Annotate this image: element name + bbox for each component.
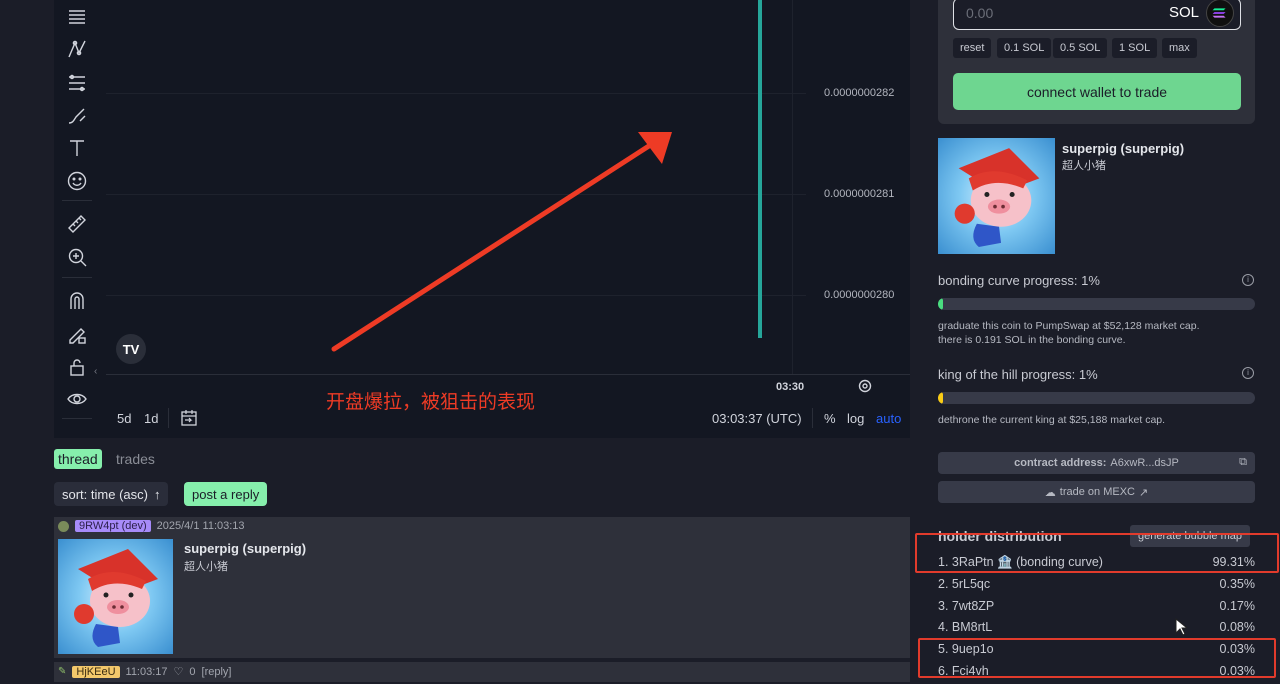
sort-button[interactable]: sort: time (asc) ↑ <box>54 482 169 506</box>
thread-post: 9RW4pt (dev) 2025/4/1 11:03:13 superpig … <box>54 517 910 658</box>
bonding-curve-progress <box>938 298 1255 310</box>
holder-row[interactable]: 3. 7wt8ZP 0.17% <box>938 599 1255 619</box>
external-link-icon: ↗ <box>1138 486 1149 499</box>
contract-value: A6xwR...dsJP <box>1110 457 1179 469</box>
reply-link[interactable]: [reply] <box>202 666 232 678</box>
ruler-icon[interactable] <box>64 211 90 237</box>
like-count: 0 <box>189 665 196 678</box>
post-time: 11:03:17 <box>125 665 168 678</box>
holder-name[interactable]: 3. 7wt8ZP <box>938 599 994 613</box>
trade-panel: 0.00 SOL reset 0.1 SOL 0.5 SOL 1 SOL max… <box>938 0 1255 124</box>
bonding-note-2: there is 0.191 SOL in the bonding curve. <box>938 334 1126 346</box>
leaf-icon: ✎ <box>58 666 67 677</box>
info-icon[interactable]: i <box>1242 274 1254 286</box>
user-badge[interactable]: 9RW4pt (dev) <box>75 520 151 532</box>
magnet-icon[interactable] <box>64 288 90 314</box>
bonding-curve-progress-fill <box>938 298 943 310</box>
highlight-box <box>915 533 1279 573</box>
connect-wallet-button[interactable]: connect wallet to trade <box>953 73 1241 110</box>
amount-placeholder: 0.00 <box>966 5 994 21</box>
coin-image <box>58 539 173 654</box>
brush-icon[interactable] <box>64 103 90 129</box>
log-toggle[interactable]: log <box>847 411 864 426</box>
tab-thread[interactable]: thread <box>54 449 102 469</box>
price-label: 0.0000000282 <box>824 87 895 99</box>
fib-icon[interactable] <box>64 70 90 96</box>
eye-icon[interactable] <box>64 386 90 412</box>
holder-pct: 0.35% <box>1219 577 1255 591</box>
quick-0.1-sol-button[interactable]: 0.1 SOL <box>997 38 1052 58</box>
holder-name[interactable]: 2. 5rL5qc <box>938 577 990 591</box>
cloud-icon: ☁ <box>1044 486 1056 499</box>
contract-label: contract address: <box>1014 457 1107 469</box>
utc-clock[interactable]: 03:03:37 (UTC) <box>712 411 802 426</box>
arrow-annotation <box>331 132 672 352</box>
goto-date-icon[interactable] <box>180 409 198 427</box>
holder-name[interactable]: 4. BM8rtL <box>938 620 992 634</box>
price-label: 0.0000000280 <box>824 289 895 301</box>
copy-icon[interactable]: ⧉ <box>1239 456 1247 469</box>
thread-post: ✎ HjKEeU 11:03:17 ♡ 0 [reply] <box>54 662 910 682</box>
text-icon[interactable] <box>64 135 90 161</box>
tradingview-logo[interactable]: TV <box>116 334 146 364</box>
amount-unit: SOL <box>1169 4 1200 21</box>
coin-subtitle: 超人小猪 <box>1062 159 1106 172</box>
trend-line-icon[interactable] <box>64 36 90 62</box>
chart-settings-icon[interactable] <box>857 378 873 394</box>
heart-icon[interactable]: ♡ <box>174 665 184 678</box>
percent-toggle[interactable]: % <box>824 411 836 426</box>
collapse-toolbar-icon[interactable]: ‹ <box>94 366 97 377</box>
holder-row[interactable]: 2. 5rL5qc 0.35% <box>938 577 1255 597</box>
price-label: 0.0000000281 <box>824 188 895 200</box>
avatar[interactable] <box>58 520 69 532</box>
king-of-hill-progress-fill <box>938 392 943 404</box>
amount-input[interactable]: 0.00 SOL <box>953 0 1241 30</box>
coin-name: superpig (superpig) <box>1062 141 1185 156</box>
range-5d[interactable]: 5d <box>117 411 131 426</box>
post-subtitle: 超人小猪 <box>184 560 228 573</box>
auto-toggle[interactable]: auto <box>876 411 901 426</box>
holder-pct: 0.17% <box>1219 599 1255 613</box>
quick-reset-button[interactable]: reset <box>953 38 992 58</box>
range-1d[interactable]: 1d <box>144 411 158 426</box>
post-title: superpig (superpig) <box>184 541 307 556</box>
price-chart[interactable]: 0.0000000282 0.0000000281 0.0000000280 T… <box>100 0 910 438</box>
contract-address-button[interactable]: contract address: A6xwR...dsJP ⧉ <box>938 452 1255 474</box>
candle <box>758 0 762 338</box>
quick-0.5-sol-button[interactable]: 0.5 SOL <box>1053 38 1108 58</box>
bonding-note-1: graduate this coin to PumpSwap at $52,12… <box>938 320 1200 332</box>
holder-row[interactable]: 4. BM8rtL 0.08% <box>938 620 1255 640</box>
holder-pct: 0.08% <box>1219 620 1255 634</box>
emoji-icon[interactable] <box>64 168 90 194</box>
coin-image <box>938 138 1055 254</box>
drawing-toolbar: ‹ <box>54 0 100 438</box>
trade-on-mexc-button[interactable]: ☁ trade on MEXC ↗ <box>938 481 1255 503</box>
time-axis-label: 03:30 <box>776 381 805 393</box>
unlock-icon[interactable] <box>64 354 90 380</box>
menu-lines-icon[interactable] <box>64 4 90 30</box>
king-note: dethrone the current king at $25,188 mar… <box>938 414 1166 426</box>
arrow-up-icon: ↑ <box>153 486 161 502</box>
mouse-cursor-icon <box>1175 618 1187 636</box>
user-badge[interactable]: HjKEeU <box>72 665 120 678</box>
highlight-box <box>918 638 1276 678</box>
mexc-label: trade on MEXC <box>1059 486 1135 498</box>
quick-1-sol-button[interactable]: 1 SOL <box>1112 38 1158 58</box>
bonding-curve-label: bonding curve progress: 1% <box>938 273 1100 288</box>
post-reply-button[interactable]: post a reply <box>184 482 268 506</box>
solana-icon <box>1206 0 1234 27</box>
zoom-in-icon[interactable] <box>64 244 90 270</box>
tab-trades[interactable]: trades <box>116 451 155 467</box>
info-icon[interactable]: i <box>1242 367 1254 379</box>
quick-max-button[interactable]: max <box>1162 38 1197 58</box>
lock-pencil-icon[interactable] <box>64 321 90 347</box>
chart-bottom-bar: 5d 1d 03:03:37 (UTC) % log auto <box>100 402 910 434</box>
post-time: 2025/4/1 11:03:13 <box>156 520 245 532</box>
king-of-hill-label: king of the hill progress: 1% <box>938 367 1098 382</box>
king-of-hill-progress <box>938 392 1255 404</box>
sort-label: sort: time (asc) <box>62 486 148 502</box>
